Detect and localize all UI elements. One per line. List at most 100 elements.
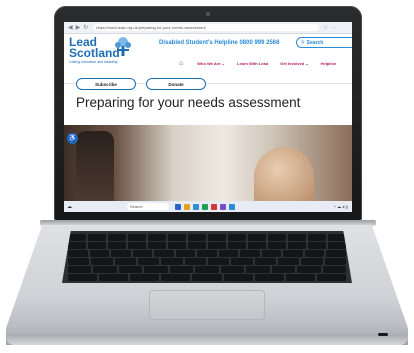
site-header: Lead Scotland Linking education and disa… bbox=[64, 34, 352, 84]
key-row bbox=[68, 233, 346, 241]
key bbox=[114, 257, 136, 265]
browser-address-bar: ◀ ▶ ↻ https://www.lead.org.uk/preparing-… bbox=[64, 22, 352, 34]
main-nav: ⌂ Who We Are ⌄ Learn With Lead Get Invol… bbox=[179, 59, 348, 67]
key bbox=[248, 233, 266, 241]
key bbox=[328, 241, 346, 249]
key bbox=[197, 249, 217, 257]
key bbox=[240, 249, 260, 257]
laptop-screen: ◀ ▶ ↻ https://www.lead.org.uk/preparing-… bbox=[64, 22, 352, 212]
page-title: Preparing for your needs assessment bbox=[76, 95, 301, 110]
key bbox=[93, 265, 117, 273]
url-field[interactable]: https://www.lead.org.uk/preparing-for-yo… bbox=[93, 24, 320, 31]
taskbar-app-icon[interactable] bbox=[229, 203, 235, 210]
key bbox=[283, 249, 303, 257]
taskbar-app-icon[interactable] bbox=[184, 203, 190, 210]
forward-icon[interactable]: ▶ bbox=[76, 25, 81, 31]
key bbox=[228, 241, 246, 249]
bookmark-star-icon[interactable]: ☆ bbox=[323, 25, 327, 31]
url-text: https://www.lead.org.uk/preparing-for-yo… bbox=[96, 25, 206, 30]
nav-helpline[interactable]: Helpline bbox=[321, 61, 337, 66]
key bbox=[301, 257, 323, 265]
key bbox=[168, 241, 186, 249]
key bbox=[128, 233, 146, 241]
system-tray: ^ ☁ ◂ )) bbox=[334, 204, 348, 209]
os-taskbar: ☁ Search ^ ☁ ◂ )) bbox=[64, 201, 352, 212]
keyboard bbox=[62, 231, 352, 283]
key bbox=[148, 233, 166, 241]
laptop: ◀ ▶ ↻ https://www.lead.org.uk/preparing-… bbox=[0, 0, 414, 353]
key bbox=[161, 257, 183, 265]
key bbox=[68, 249, 88, 257]
key bbox=[208, 233, 226, 241]
donate-button[interactable]: Donate bbox=[146, 78, 206, 90]
site-search[interactable]: ⚲ Search bbox=[296, 37, 352, 48]
taskbar-app-icon[interactable] bbox=[220, 203, 226, 210]
key bbox=[288, 233, 306, 241]
nav-get-involved[interactable]: Get Involved ⌄ bbox=[280, 61, 308, 66]
helpline-text[interactable]: Disabled Student's Helpline 0800 999 256… bbox=[159, 40, 279, 46]
taskbar-app-icon[interactable] bbox=[175, 203, 181, 210]
menu-icon[interactable]: ⋯ bbox=[332, 25, 337, 31]
trackpad bbox=[149, 290, 265, 320]
nav-learn-with-lead[interactable]: Learn With Lead bbox=[237, 61, 268, 66]
webcam bbox=[206, 12, 210, 16]
key bbox=[324, 257, 346, 265]
home-icon[interactable]: ⌂ bbox=[179, 60, 183, 67]
key bbox=[161, 273, 191, 281]
logo-tagline: Linking education and disability bbox=[69, 60, 118, 64]
key-row bbox=[68, 265, 346, 273]
taskbar-search[interactable]: Search bbox=[127, 203, 169, 210]
key bbox=[168, 233, 186, 241]
key bbox=[169, 265, 194, 273]
key-row bbox=[68, 273, 346, 281]
hero-photo bbox=[64, 125, 352, 201]
key bbox=[316, 273, 346, 281]
taskbar-apps bbox=[175, 203, 235, 210]
lead-scotland-logo[interactable]: Lead Scotland Linking education and disa… bbox=[69, 36, 139, 66]
key bbox=[68, 257, 90, 265]
key bbox=[128, 241, 146, 249]
key bbox=[144, 265, 168, 273]
reload-icon[interactable]: ↻ bbox=[83, 25, 88, 31]
key bbox=[88, 233, 106, 241]
key bbox=[304, 249, 325, 257]
laptop-lid: ◀ ▶ ↻ https://www.lead.org.uk/preparing-… bbox=[54, 6, 362, 221]
key bbox=[328, 233, 346, 241]
laptop-front-edge bbox=[6, 335, 408, 345]
key bbox=[268, 233, 286, 241]
key bbox=[271, 265, 296, 273]
key bbox=[208, 241, 226, 249]
nav-who-we-are[interactable]: Who We Are ⌄ bbox=[197, 61, 225, 66]
browser-nav-icons: ◀ ▶ ↻ bbox=[68, 25, 88, 31]
key bbox=[192, 273, 222, 281]
hero-person-hands bbox=[254, 147, 314, 201]
key bbox=[68, 273, 98, 281]
power-indicator bbox=[378, 333, 388, 336]
key bbox=[111, 249, 131, 257]
taskbar-app-icon[interactable] bbox=[211, 203, 217, 210]
taskbar-app-icon[interactable] bbox=[193, 203, 199, 210]
logo-figure-icon bbox=[115, 37, 131, 56]
key-row bbox=[68, 257, 346, 265]
subscribe-button[interactable]: Subscribe bbox=[76, 78, 136, 90]
key bbox=[228, 233, 246, 241]
hero-person-silhouette bbox=[76, 131, 114, 201]
key bbox=[231, 257, 253, 265]
key bbox=[148, 241, 166, 249]
key bbox=[326, 249, 346, 257]
key bbox=[130, 273, 160, 281]
key bbox=[220, 265, 245, 273]
key bbox=[254, 257, 276, 265]
search-label: Search bbox=[306, 39, 324, 46]
action-buttons: Subscribe Donate bbox=[76, 78, 206, 90]
widgets-icon[interactable]: ☁ bbox=[67, 204, 72, 210]
key bbox=[268, 241, 286, 249]
key bbox=[68, 233, 86, 241]
taskbar-app-icon[interactable] bbox=[202, 203, 208, 210]
key bbox=[68, 265, 92, 273]
back-icon[interactable]: ◀ bbox=[68, 25, 73, 31]
key bbox=[188, 241, 206, 249]
key bbox=[154, 249, 174, 257]
accessibility-icon[interactable]: ♿ bbox=[67, 133, 78, 144]
key bbox=[184, 257, 206, 265]
